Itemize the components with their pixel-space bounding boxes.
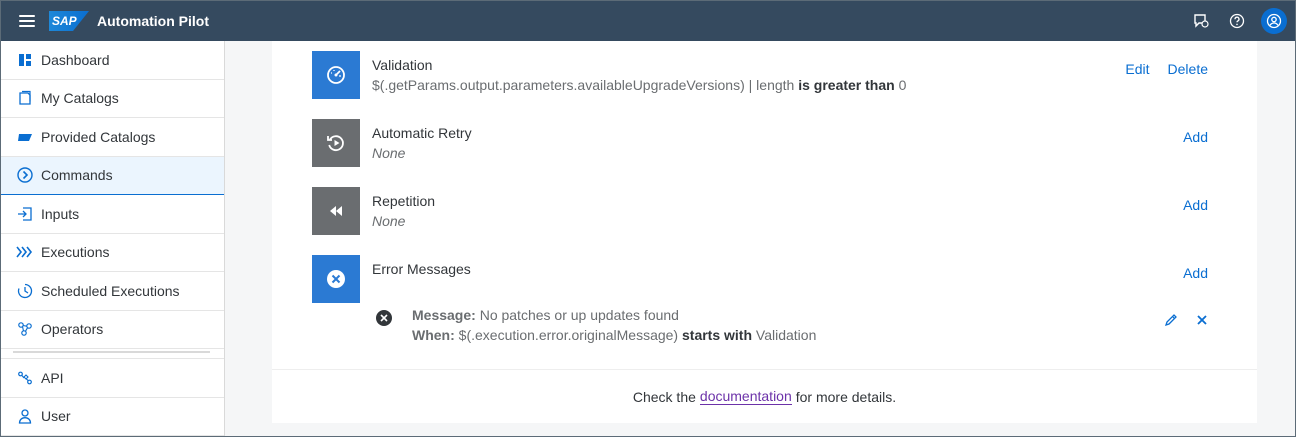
sidebar-item-executions[interactable]: Executions [1,234,224,272]
sidebar-separator [1,349,224,359]
error-entry-message: Message: No patches or up updates found [412,305,816,325]
footer-text-before: Check the [632,388,696,405]
sidebar-item-label: API [41,369,64,386]
provided-catalog-icon [15,127,35,147]
app-frame: SAP Automation Pilot Dashboard My Catalo… [0,0,1296,437]
dashboard-icon [15,50,35,70]
shell-bar: SAP Automation Pilot [1,1,1295,41]
error-messages-row: Error Messages Add [312,255,1222,303]
menu-icon[interactable] [19,15,35,27]
app-title: Automation Pilot [97,13,209,29]
command-icon [15,165,35,185]
repetition-title: Repetition [372,193,436,209]
automatic-retry-actions: Add [1183,129,1208,145]
error-icon [327,270,345,288]
repetition-actions: Add [1183,197,1208,213]
user-icon [15,406,35,426]
error-messages-tile [312,255,360,303]
add-retry-button[interactable]: Add [1183,129,1208,145]
catalog-icon [15,88,35,108]
repetition-row: Repetition None Add [312,187,1222,235]
gauge-icon [327,66,345,84]
operators-icon [15,319,35,339]
sidebar-item-my-catalogs[interactable]: My Catalogs [1,80,224,118]
when-value: Validation [755,327,817,343]
automatic-retry-value: None [372,145,406,161]
sidebar-item-label: Inputs [41,205,80,222]
sidebar-item-label: Scheduled Executions [41,282,180,299]
error-messages-title: Error Messages [372,261,471,277]
help-icon[interactable] [1219,3,1255,39]
sidebar-item-api[interactable]: API [1,359,224,398]
sidebar-item-operators[interactable]: Operators [1,311,224,349]
repetition-tile [312,187,360,235]
main-content: Validation $(.getParams.output.parameter… [226,41,1295,436]
sidebar-item-inputs[interactable]: Inputs [1,195,224,234]
validation-operator: is greater than [798,77,895,93]
delete-error-message-icon[interactable] [1195,313,1209,332]
sidebar-item-label: Operators [41,321,104,338]
when-expression: $(.execution.error.originalMessage) [458,327,679,343]
retry-icon [327,135,344,152]
delete-validation-button[interactable]: Delete [1168,61,1208,77]
add-error-message-button[interactable]: Add [1183,265,1208,281]
validation-row: Validation $(.getParams.output.parameter… [312,51,1222,99]
when-operator: starts with [682,327,753,343]
validation-condition: $(.getParams.output.parameters.available… [372,77,906,93]
sap-logo: SAP [49,11,89,31]
error-entry-details: Message: No patches or up updates found … [412,305,816,345]
add-repetition-button[interactable]: Add [1183,197,1208,213]
input-icon [15,204,35,224]
command-details-card: Validation $(.getParams.output.parameter… [272,41,1257,423]
retry-tile [312,119,360,167]
validation-title: Validation [372,57,433,73]
message-value: No patches or up updates found [479,307,679,323]
error-entry-icon [376,310,392,326]
rewind-icon [330,206,342,216]
scheduled-icon [15,281,35,301]
error-messages-actions: Add [1183,265,1208,281]
validation-actions: Edit Delete [1125,61,1208,77]
api-icon [15,368,35,388]
documentation-footer: Check the documentation for more details… [272,369,1257,423]
sidebar-item-provided-catalogs[interactable]: Provided Catalogs [1,118,224,157]
edit-error-message-icon[interactable] [1164,313,1178,332]
edit-validation-button[interactable]: Edit [1125,61,1149,77]
feedback-icon[interactable] [1183,3,1219,39]
shell-actions [1183,1,1287,41]
sidebar-item-label: My Catalogs [41,90,119,107]
error-entry-when: When: $(.execution.error.originalMessage… [412,325,816,345]
sidebar-item-commands[interactable]: Commands [1,156,224,195]
sidebar-item-scheduled-executions[interactable]: Scheduled Executions [1,272,224,311]
automatic-retry-title: Automatic Retry [372,125,472,141]
message-label: Message: [412,307,476,323]
side-navigation: Dashboard My Catalogs Provided Catalogs … [1,41,225,436]
validation-tile [312,51,360,99]
automatic-retry-row: Automatic Retry None Add [312,119,1222,167]
documentation-link[interactable]: documentation [699,388,792,405]
sidebar-item-label: User [41,408,71,425]
sidebar-item-dashboard[interactable]: Dashboard [1,41,224,80]
executions-icon [15,242,35,262]
user-avatar-icon[interactable] [1261,8,1287,34]
footer-text-after: for more details. [795,388,897,405]
sidebar-item-label: Executions [41,244,110,261]
sidebar-item-label: Provided Catalogs [41,128,156,145]
sidebar-item-user[interactable]: User [1,398,224,436]
validation-expression: $(.getParams.output.parameters.available… [372,77,795,93]
repetition-value: None [372,213,406,229]
sidebar-item-label: Commands [41,167,113,184]
sidebar-item-label: Dashboard [41,51,110,68]
validation-value: 0 [898,77,907,93]
when-label: When: [412,327,455,343]
